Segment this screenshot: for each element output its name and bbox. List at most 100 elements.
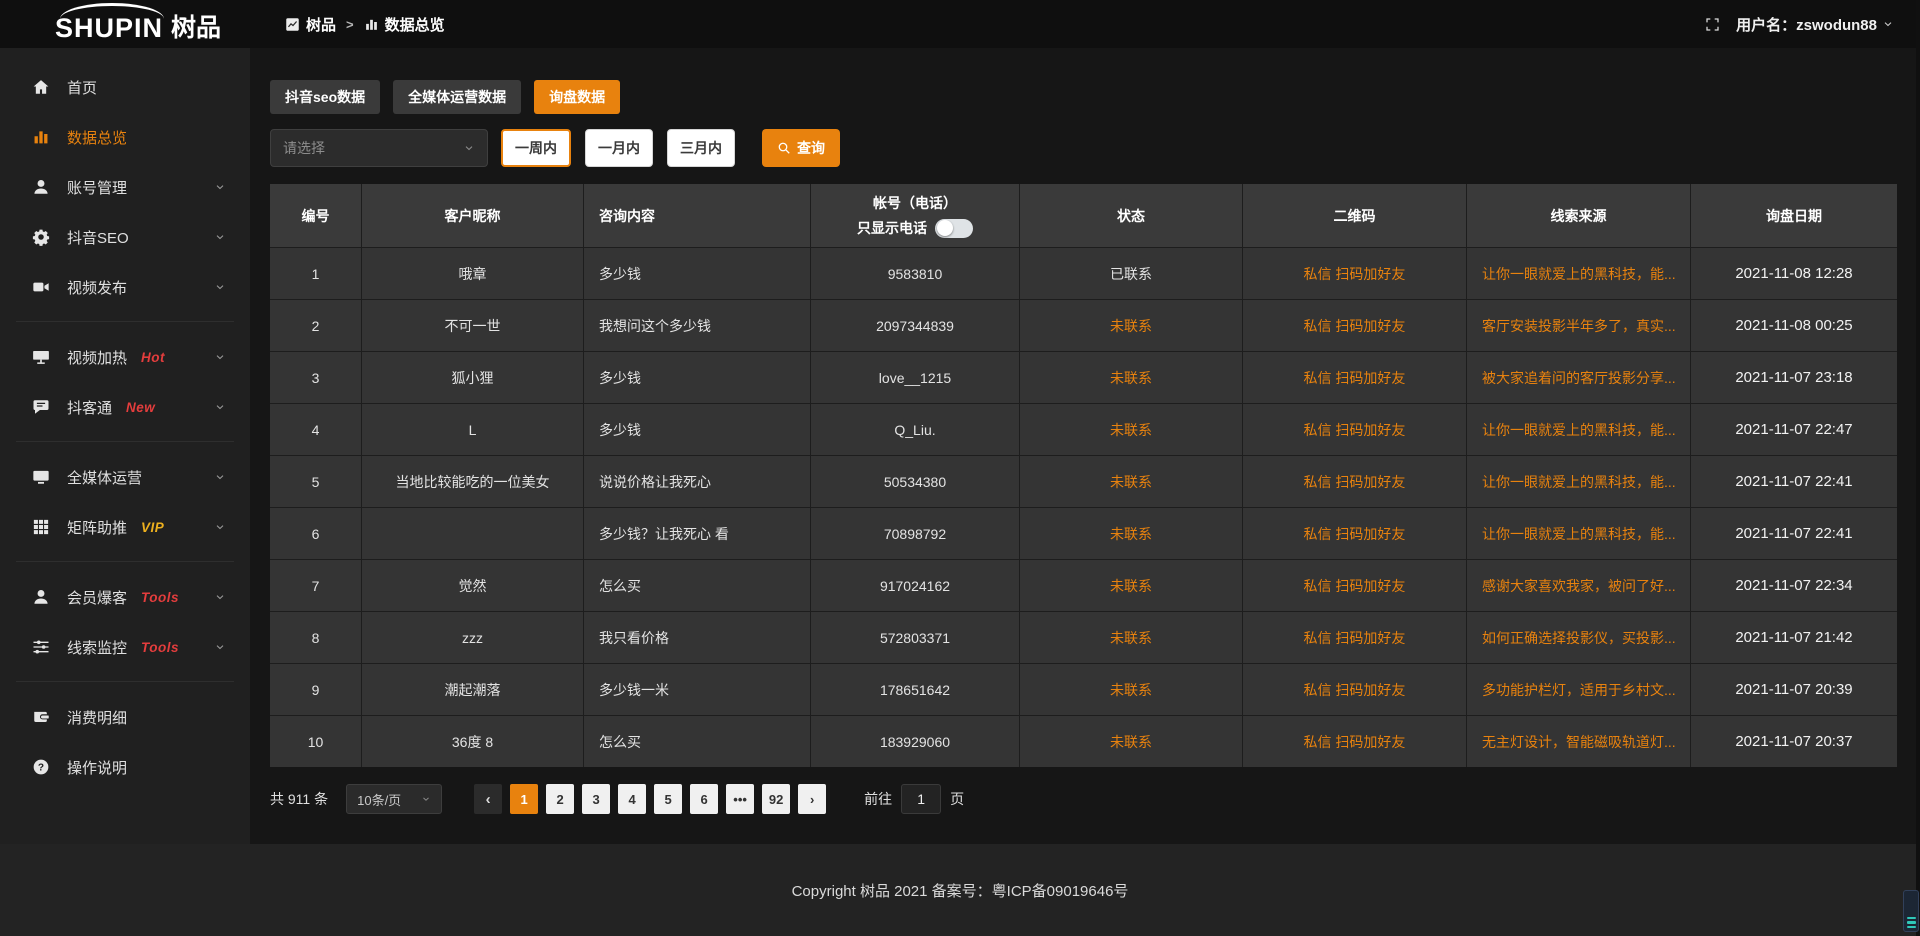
page-size-label: 10条/页	[357, 790, 401, 809]
qrcode-action-links[interactable]: 私信 扫码加好友	[1243, 612, 1467, 663]
lead-source-link[interactable]: 让你一眼就爱上的黑科技，能...	[1467, 248, 1691, 299]
customer-nickname: 狐小狸	[362, 352, 584, 403]
logo-text-cn: 树品	[171, 16, 221, 41]
qrcode-action-links[interactable]: 私信 扫码加好友	[1243, 300, 1467, 351]
inquiry-content: 说说价格让我死心	[584, 456, 811, 507]
header-no: 编号	[270, 184, 362, 247]
filter-select[interactable]: 请选择	[270, 129, 488, 167]
sidebar-item-douyin-seo[interactable]: 抖音SEO	[0, 212, 250, 262]
sidebar-item-video-heat[interactable]: 视频加热Hot	[0, 332, 250, 382]
video-icon	[32, 278, 50, 296]
qrcode-action-links[interactable]: 私信 扫码加好友	[1243, 716, 1467, 767]
contact-status: 未联系	[1020, 716, 1243, 767]
lead-source-link[interactable]: 无主灯设计，智能磁吸轨道灯...	[1467, 716, 1691, 767]
qrcode-action-links[interactable]: 私信 扫码加好友	[1243, 664, 1467, 715]
sidebar-item-account-management[interactable]: 账号管理	[0, 162, 250, 212]
lead-source-link[interactable]: 让你一眼就爱上的黑科技，能...	[1467, 404, 1691, 455]
page-button-1[interactable]: 1	[510, 784, 538, 814]
table-row: 4L多少钱Q_Liu.未联系私信 扫码加好友让你一眼就爱上的黑科技，能...20…	[270, 403, 1897, 455]
page-button-5[interactable]: 5	[654, 784, 682, 814]
page-size-select[interactable]: 10条/页	[346, 784, 442, 814]
period-week-button[interactable]: 一周内	[501, 129, 571, 167]
home-icon	[32, 78, 50, 96]
lead-source-link[interactable]: 如何正确选择投影仪，买投影...	[1467, 612, 1691, 663]
customer-nickname: 36度 8	[362, 716, 584, 767]
qrcode-action-links[interactable]: 私信 扫码加好友	[1243, 560, 1467, 611]
lead-source-link[interactable]: 让你一眼就爱上的黑科技，能...	[1467, 508, 1691, 559]
trend-chart-icon	[285, 17, 300, 32]
sidebar-item-operation-guide[interactable]: ?操作说明	[0, 742, 250, 792]
brand-logo[interactable]: SHUPIN 树品	[0, 0, 250, 48]
query-button[interactable]: 查询	[762, 129, 840, 167]
period-month-button[interactable]: 一月内	[585, 129, 653, 167]
row-number: 10	[270, 716, 362, 767]
chevron-down-icon	[214, 521, 226, 533]
inquiry-date: 2021-11-07 21:42	[1691, 612, 1897, 663]
sidebar-divider	[16, 681, 234, 682]
sidebar-item-matrix-boost[interactable]: 矩阵助推VIP	[0, 502, 250, 552]
total-count: 共 911 条	[270, 789, 328, 809]
lead-source-link[interactable]: 被大家追着问的客厅投影分享...	[1467, 352, 1691, 403]
copyright-text: Copyright 树品 2021 备案号：粤ICP备09019646号	[792, 880, 1129, 901]
qrcode-action-links[interactable]: 私信 扫码加好友	[1243, 404, 1467, 455]
customer-nickname: 潮起潮落	[362, 664, 584, 715]
page-ellipsis-button[interactable]: •••	[726, 784, 754, 814]
contact-status: 未联系	[1020, 560, 1243, 611]
page-button-3[interactable]: 3	[582, 784, 610, 814]
header-date: 询盘日期	[1691, 184, 1897, 247]
period-quarter-button[interactable]: 三月内	[667, 129, 735, 167]
header-account-phone-label: 帐号（电话）	[873, 193, 957, 213]
qrcode-action-links[interactable]: 私信 扫码加好友	[1243, 508, 1467, 559]
lead-source-link[interactable]: 客厅安装投影半年多了，真实...	[1467, 300, 1691, 351]
lead-source-link[interactable]: 让你一眼就爱上的黑科技，能...	[1467, 456, 1691, 507]
username-label[interactable]: 用户名：zswodun88	[1736, 14, 1877, 35]
sidebar-divider	[16, 561, 234, 562]
breadcrumb-root[interactable]: 树品	[306, 14, 336, 35]
inquiry-date: 2021-11-07 22:47	[1691, 404, 1897, 455]
page-button-4[interactable]: 4	[618, 784, 646, 814]
scrollbar-track[interactable]	[1916, 0, 1920, 936]
tab-douyin-seo-data[interactable]: 抖音seo数据	[270, 80, 380, 114]
chevron-down-icon[interactable]	[1882, 18, 1894, 30]
customer-nickname: 觉然	[362, 560, 584, 611]
account-phone: Q_Liu.	[811, 404, 1020, 455]
chevron-down-icon	[214, 641, 226, 653]
sidebar-item-member-burst[interactable]: 会员爆客Tools	[0, 572, 250, 622]
user-icon	[32, 588, 50, 606]
page-button-2[interactable]: 2	[546, 784, 574, 814]
prev-page-button[interactable]: ‹	[474, 784, 502, 814]
qrcode-action-links[interactable]: 私信 扫码加好友	[1243, 352, 1467, 403]
fullscreen-icon[interactable]	[1705, 17, 1720, 32]
lead-source-link[interactable]: 感谢大家喜欢我家，被问了好...	[1467, 560, 1691, 611]
sidebar-divider	[16, 441, 234, 442]
contact-status: 已联系	[1020, 248, 1243, 299]
page-button-92[interactable]: 92	[762, 784, 790, 814]
floating-widget[interactable]	[1903, 890, 1919, 932]
filter-select-placeholder: 请选择	[283, 138, 325, 158]
widget-bar	[1907, 921, 1916, 924]
page-button-6[interactable]: 6	[690, 784, 718, 814]
breadcrumb: 树品 > 数据总览	[285, 14, 445, 35]
tab-inquiry-data[interactable]: 询盘数据	[534, 80, 620, 114]
sidebar-item-video-publish[interactable]: 视频发布	[0, 262, 250, 312]
lead-source-link[interactable]: 多功能护栏灯，适用于乡村文...	[1467, 664, 1691, 715]
sidebar-item-home[interactable]: 首页	[0, 62, 250, 112]
tab-media-operation-data[interactable]: 全媒体运营数据	[393, 80, 521, 114]
sidebar-item-consumption-detail[interactable]: 消费明细	[0, 692, 250, 742]
sidebar-item-media-operation[interactable]: 全媒体运营	[0, 452, 250, 502]
sidebar-item-lead-monitor[interactable]: 线索监控Tools	[0, 622, 250, 672]
sidebar-item-douketong[interactable]: 抖客通New	[0, 382, 250, 432]
customer-nickname: L	[362, 404, 584, 455]
sidebar-divider	[16, 321, 234, 322]
sidebar-item-label: 账号管理	[67, 177, 127, 198]
qrcode-action-links[interactable]: 私信 扫码加好友	[1243, 456, 1467, 507]
phone-only-toggle[interactable]	[935, 219, 973, 238]
account-phone: love__1215	[811, 352, 1020, 403]
qrcode-action-links[interactable]: 私信 扫码加好友	[1243, 248, 1467, 299]
table-row: 6多少钱？让我死心 看70898792未联系私信 扫码加好友让你一眼就爱上的黑科…	[270, 507, 1897, 559]
goto-page-input[interactable]	[901, 784, 941, 814]
sidebar-item-data-overview[interactable]: 数据总览	[0, 112, 250, 162]
badge-tools: Tools	[141, 590, 179, 605]
screen-icon	[32, 348, 50, 366]
next-page-button[interactable]: ›	[798, 784, 826, 814]
